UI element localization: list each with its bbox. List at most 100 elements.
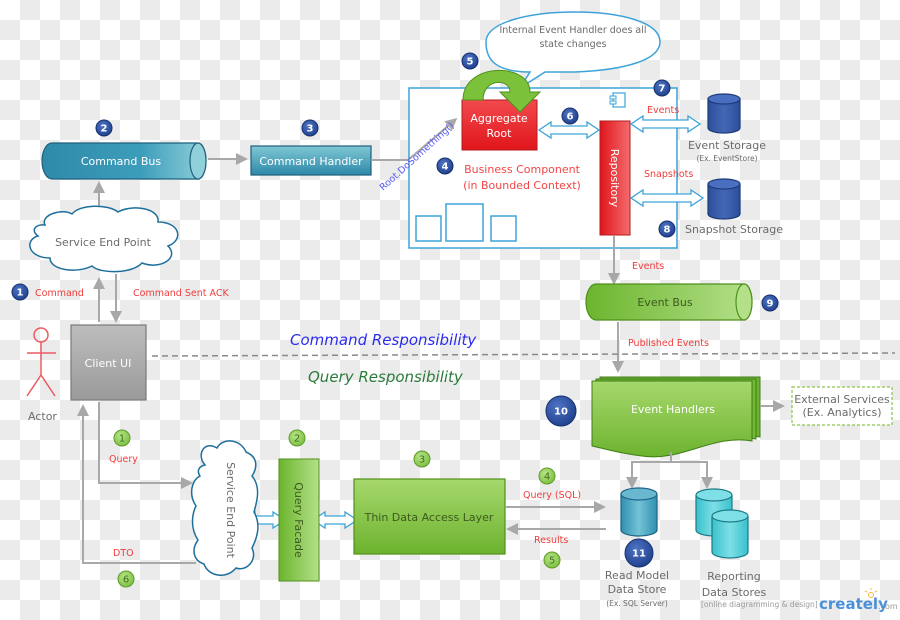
client-ui[interactable]: Client UI [70, 324, 147, 401]
query-sql-label: Query (SQL) [523, 490, 581, 501]
step-badge-green-4: 4 [538, 467, 556, 485]
step-badge-number: 4 [442, 162, 449, 173]
read-model-label-1: Read Model [605, 569, 669, 582]
step-badge-blue-9: 9 [761, 294, 779, 312]
step-badge-number: 1 [17, 288, 24, 299]
business-component-label-2: (in Bounded Context) [463, 179, 581, 192]
step-badge-number: 7 [659, 84, 666, 95]
read-model-label-3: (Ex. SQL Server) [606, 599, 668, 608]
service-end-point-command[interactable]: Service End Point [29, 205, 179, 273]
client-ui-label: Client UI [85, 357, 132, 370]
results-label: Results [534, 535, 568, 546]
query-facade-label: Query Facade [292, 482, 305, 558]
step-badge-blue-10: 10 [545, 395, 577, 427]
query-service-end-point-label: Service End Point [224, 462, 237, 559]
double-arrow-facade-data-access-icon [311, 510, 359, 530]
arrow-query [98, 402, 193, 489]
sub-component-box [415, 215, 442, 242]
step-badge-green-2: 2 [288, 429, 306, 447]
snapshots-label: Snapshots [644, 169, 693, 180]
aggregate-root-label-1: Aggregate [470, 112, 528, 125]
step-badge-number: 8 [664, 225, 671, 236]
step-badge-green-1: 1 [113, 429, 131, 447]
watermark-tagline: [online diagramming & design] [701, 600, 818, 609]
sub-component-box [490, 215, 517, 242]
step-badge-number: 3 [419, 455, 425, 466]
snapshot-storage-label: Snapshot Storage [685, 223, 783, 236]
dto-label: DTO [113, 548, 134, 559]
published-events-label: Published Events [628, 338, 709, 349]
watermark-domain: .com [878, 602, 898, 611]
command-label: Command [35, 288, 84, 299]
query-label: Query [109, 454, 138, 465]
step-badge-number: 9 [767, 299, 774, 310]
events-bus-label: Events [632, 261, 664, 272]
callout-text-line2: state changes [540, 39, 607, 50]
read-model-db[interactable] [620, 487, 658, 537]
step-badge-number: 5 [549, 556, 555, 567]
snapshot-storage-db[interactable] [707, 178, 741, 220]
event-handlers[interactable]: Event Handlers [591, 376, 761, 458]
step-badge-green-3: 3 [413, 450, 431, 468]
command-handler[interactable]: Command Handler [250, 145, 372, 176]
step-badge-number: 5 [467, 57, 474, 68]
sub-component-box [445, 203, 484, 242]
step-badge-green-6: 6 [117, 570, 135, 588]
query-facade[interactable]: Query Facade [278, 458, 320, 582]
command-responsibility-heading: Command Responsibility [290, 331, 477, 349]
actor-label: Actor [28, 410, 57, 423]
service-end-point-query[interactable]: Service End Point [190, 440, 259, 576]
step-badge-number: 6 [567, 112, 574, 123]
query-responsibility-heading: Query Responsibility [308, 368, 464, 386]
command-bus[interactable]: Command Bus [41, 142, 207, 180]
repository[interactable]: Repository [599, 120, 631, 236]
step-badge-blue-6: 6 [561, 107, 579, 125]
aggregate-root-label-2: Root [487, 127, 513, 140]
step-badge-number: 4 [544, 472, 550, 483]
step-badge-number: 11 [632, 549, 646, 560]
external-services-label-2: (Ex. Analytics) [803, 406, 882, 419]
step-badge-blue-1: 1 [11, 283, 29, 301]
event-storage-label: Event Storage [688, 139, 766, 152]
business-component-label-1: Business Component [464, 163, 581, 176]
step-badge-number: 2 [101, 124, 108, 135]
step-badge-number: 6 [123, 575, 129, 586]
step-badge-green-5: 5 [543, 551, 561, 569]
step-badge-blue-8: 8 [658, 220, 676, 238]
service-end-point-label: Service End Point [55, 236, 152, 249]
external-services[interactable]: External Services (Ex. Analytics) [791, 386, 893, 426]
step-badge-number: 1 [119, 434, 125, 445]
reporting-label-2: Data Stores [702, 586, 767, 599]
event-handlers-label: Event Handlers [631, 403, 715, 416]
event-bus[interactable]: Event Bus [585, 283, 753, 321]
command-bus-label: Command Bus [81, 155, 162, 168]
step-badge-number: 2 [294, 434, 300, 445]
events-storage-label: Events [647, 105, 679, 116]
step-badge-blue-5: 5 [461, 52, 479, 70]
step-badge-blue-11: 11 [624, 538, 654, 568]
thin-data-access-layer[interactable]: Thin Data Access Layer [353, 478, 506, 555]
reporting-label-1: Reporting [707, 570, 760, 583]
event-storage-db[interactable] [707, 93, 741, 134]
step-badge-blue-7: 7 [653, 79, 671, 97]
thin-data-access-layer-label: Thin Data Access Layer [364, 511, 494, 524]
step-badge-blue-4: 4 [436, 157, 454, 175]
event-storage-sub-label: (Ex. EventStore) [696, 154, 757, 163]
cqrs-diagram: Internal Event Handler does all state ch… [11, 11, 898, 613]
command-sent-ack-label: Command Sent ACK [133, 288, 229, 299]
event-bus-label: Event Bus [637, 296, 693, 309]
reporting-db[interactable] [695, 488, 749, 559]
command-handler-label: Command Handler [259, 155, 363, 168]
actor-icon [26, 327, 56, 397]
external-services-label-1: External Services [794, 393, 890, 406]
step-badge-number: 10 [554, 407, 568, 418]
aggregate-root[interactable]: Aggregate Root [461, 99, 538, 151]
step-badge-number: 3 [307, 124, 314, 135]
step-badge-blue-2: 2 [95, 119, 113, 137]
step-badge-blue-3: 3 [301, 119, 319, 137]
responsibility-divider [151, 352, 896, 357]
callout-text-line1: Internal Event Handler does all [499, 25, 646, 36]
read-model-label-2: Data Store [608, 583, 667, 596]
repository-label: Repository [608, 149, 621, 208]
arrow-to-reporting [671, 461, 713, 489]
